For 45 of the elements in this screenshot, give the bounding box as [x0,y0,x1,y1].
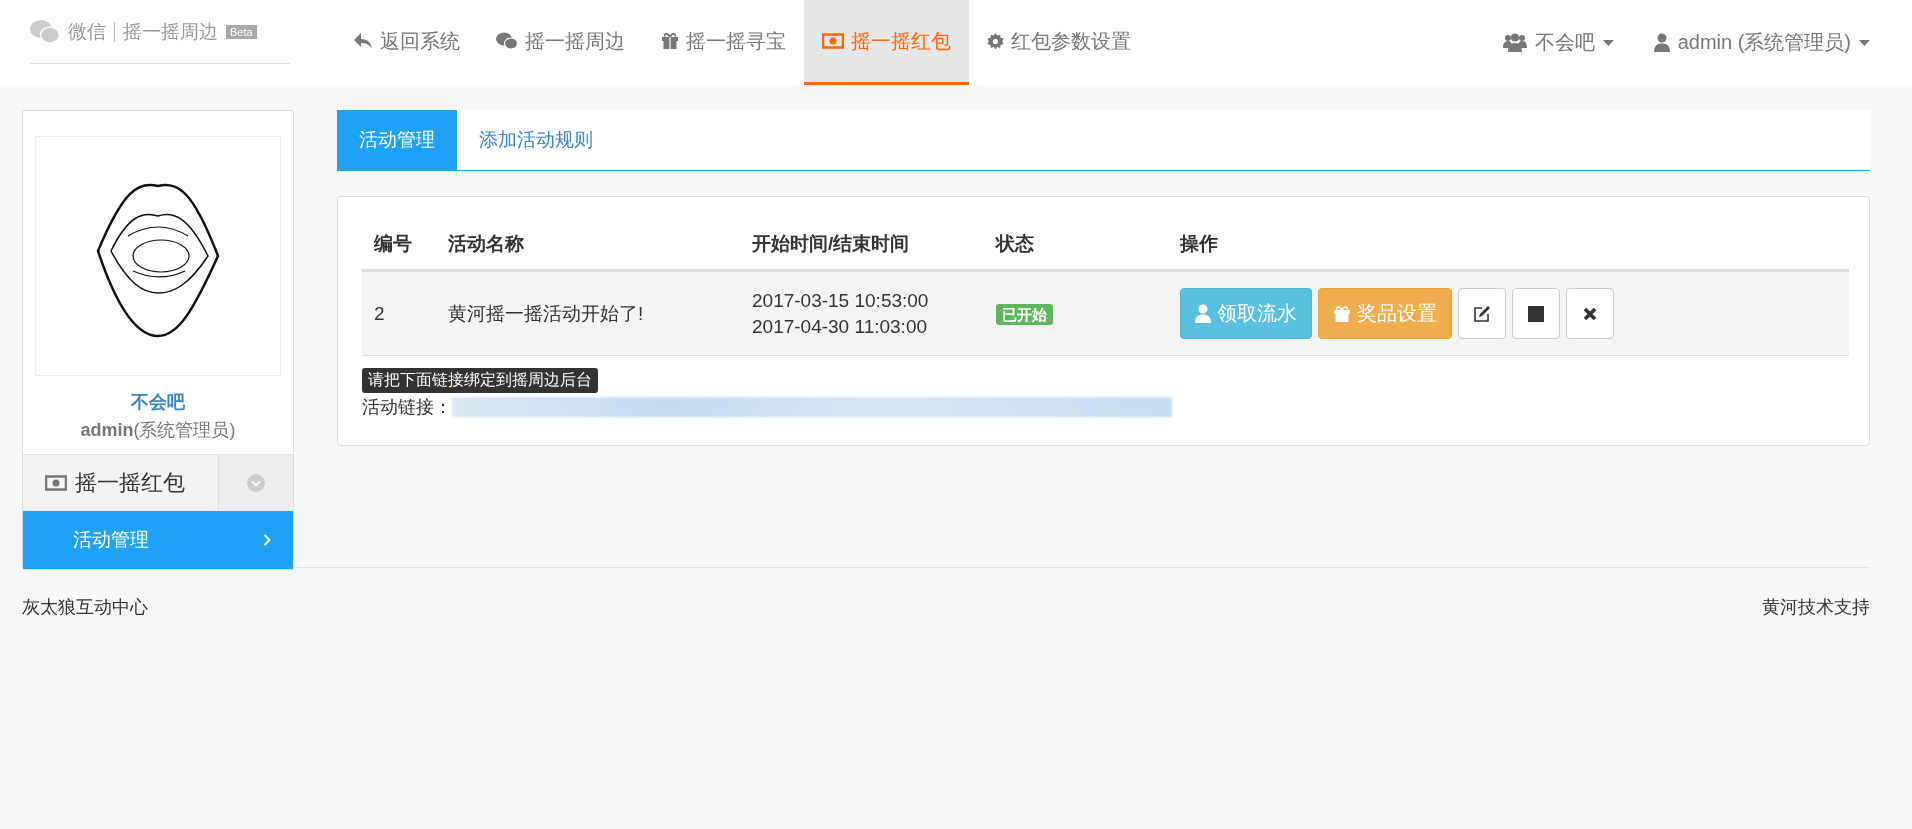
status-badge: 已开始 [996,303,1053,325]
reply-icon [353,32,373,50]
table-cell: 2017-03-15 10:53:00 2017-04-30 11:03:00 [740,270,984,356]
tab[interactable]: 活动管理 [337,110,457,170]
edit-button[interactable] [1458,288,1506,340]
tab[interactable]: 添加活动规则 [457,110,615,170]
caret-icon [1602,39,1614,46]
chat-icon [496,32,518,50]
banknote-icon [822,33,844,49]
delete-button[interactable] [1566,288,1614,340]
edit-icon [1473,304,1491,323]
sidebar-item[interactable]: 活动管理 [23,511,293,569]
tooltip: 请把下面链接绑定到摇周边后台 [362,368,598,394]
user-menu-dropdown[interactable]: admin (系统管理员) [1653,29,1870,56]
banknote-icon [45,475,67,491]
profile-role: admin(系统管理员) [79,419,237,442]
profile-name: 不会吧 [130,391,186,414]
beta-badge: Beta [226,24,257,39]
settings-icon [987,32,1004,50]
stop-button[interactable] [1512,288,1560,340]
nav-tab[interactable]: 摇一摇周边 [478,0,643,85]
stop-icon [1528,305,1544,322]
gift-icon [1333,304,1351,323]
chevron-down-icon [247,474,265,492]
nav-tab[interactable]: 红包参数设置 [969,0,1149,85]
nav-tab[interactable]: 摇一摇红包 [804,0,969,85]
caret-icon [1859,39,1870,46]
wechat-logo-icon [30,18,60,45]
product-name: 摇一摇周边 [123,19,218,44]
table-cell: 黄河摇一摇活动开始了! [436,270,740,356]
nav-tab[interactable]: 返回系统 [335,0,478,85]
chevron-right-icon [263,534,271,546]
user-menu-dropdown[interactable]: 不会吧 [1502,29,1614,56]
footer-text: 灰太狼互动中心 [22,596,148,619]
nav-tab[interactable]: 摇一摇寻宝 [643,0,804,85]
footer-text: 黄河技术支持 [1762,596,1870,619]
table-cell: 2 [362,270,436,356]
gift-icon [661,32,679,50]
brand-name: 微信 [68,19,106,44]
close-icon [1583,306,1597,321]
link-label: 活动链接： [362,396,452,420]
users-icon [1502,33,1527,52]
collapse-toggle[interactable] [218,455,293,511]
user-icon [1195,304,1211,324]
user-icon [1653,33,1670,52]
